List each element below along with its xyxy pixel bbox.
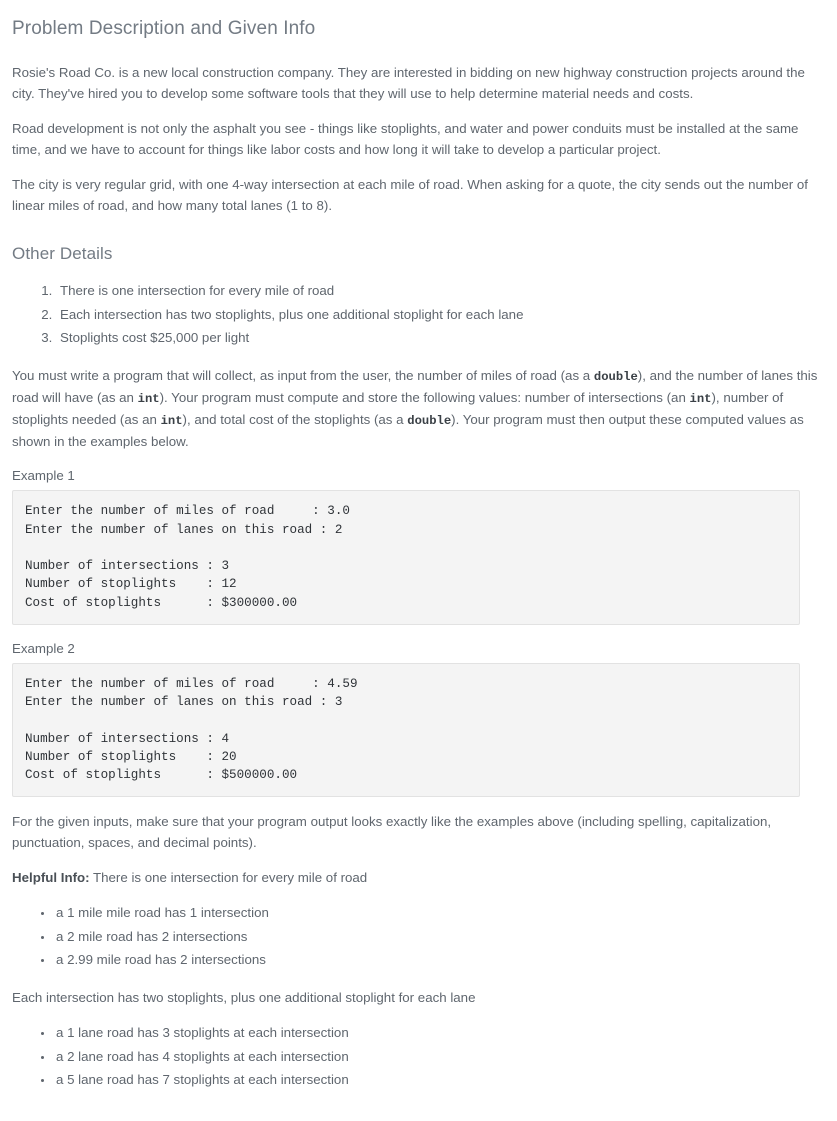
intersection-examples-list: a 1 mile mile road has 1 intersection a …: [10, 902, 823, 971]
inline-code-int-3: int: [160, 414, 183, 429]
inline-code-int-1: int: [137, 391, 160, 406]
list-item: There is one intersection for every mile…: [56, 280, 823, 302]
requirements-text-1: You must write a program that will colle…: [12, 367, 594, 383]
stoplight-examples-list: a 1 lane road has 3 stoplights at each i…: [10, 1022, 823, 1091]
list-item: a 2 mile road has 2 intersections: [54, 926, 823, 948]
helpful-info-text: There is one intersection for every mile…: [89, 870, 368, 886]
problem-description-page: Problem Description and Given Info Rosie…: [0, 0, 837, 1121]
requirements-text-3: ). Your program must compute and store t…: [159, 389, 690, 405]
example-1-label: Example 1: [12, 468, 75, 484]
list-item: a 1 mile mile road has 1 intersection: [54, 902, 823, 924]
example-2-label: Example 2: [12, 640, 75, 656]
inline-code-int-2: int: [689, 391, 712, 406]
intro-paragraph-1: Rosie's Road Co. is a new local construc…: [12, 65, 805, 101]
intro-paragraph-3: The city is very regular grid, with one …: [12, 177, 808, 213]
list-item: a 5 lane road has 7 stoplights at each i…: [54, 1069, 823, 1091]
requirements-paragraph: You must write a program that will colle…: [12, 365, 823, 453]
list-item: a 2 lane road has 4 stoplights at each i…: [54, 1046, 823, 1068]
exactness-note: For the given inputs, make sure that you…: [12, 814, 772, 851]
page-title: Problem Description and Given Info: [12, 18, 316, 39]
helpful-info-label: Helpful Info:: [12, 870, 90, 886]
example-1-code-block: Enter the number of miles of road : 3.0 …: [12, 490, 800, 625]
inline-code-double-2: double: [407, 414, 452, 429]
other-details-list: There is one intersection for every mile…: [10, 280, 823, 349]
list-item: Stoplights cost $25,000 per light: [56, 327, 823, 349]
requirements-text-5: ), and total cost of the stoplights (as …: [182, 412, 408, 428]
list-item: a 2.99 mile road has 2 intersections: [54, 949, 823, 971]
inline-code-double-1: double: [593, 369, 638, 384]
list-item: a 1 lane road has 3 stoplights at each i…: [54, 1022, 823, 1044]
list-item: Each intersection has two stoplights, pl…: [56, 304, 823, 326]
intro-paragraph-2: Road development is not only the asphalt…: [12, 121, 799, 157]
stoplight-rule-paragraph: Each intersection has two stoplights, pl…: [12, 989, 476, 1005]
example-2-code-block: Enter the number of miles of road : 4.59…: [12, 662, 800, 798]
helpful-info-paragraph: Helpful Info: There is one intersection …: [12, 867, 823, 888]
other-details-heading: Other Details: [12, 244, 113, 263]
